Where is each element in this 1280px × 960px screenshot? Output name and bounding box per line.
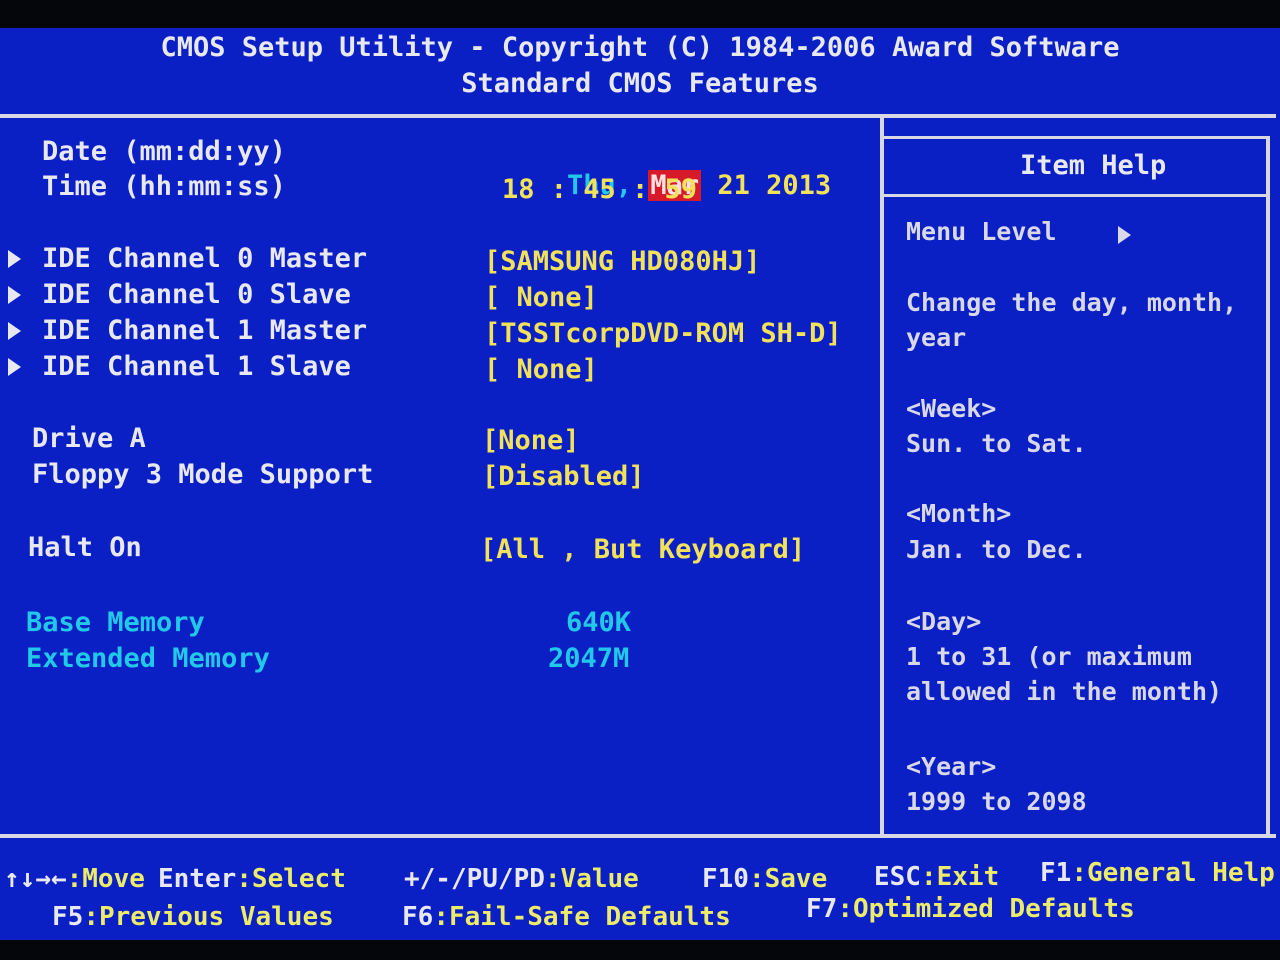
submenu-arrow-icon	[8, 250, 21, 268]
ide-channel-0-slave-value[interactable]: [ None]	[484, 282, 598, 314]
footer-hint-move: ↑↓→←:Move	[4, 864, 145, 894]
halt-on-value[interactable]: [All , But Keyboard]	[480, 534, 805, 566]
submenu-arrow-icon	[8, 286, 21, 304]
item-help-title: Item Help	[1020, 150, 1167, 181]
help-text-line: <Year>	[906, 752, 997, 781]
ide-channel-1-slave-value[interactable]: [ None]	[484, 354, 598, 386]
date-day-year[interactable]: 21 2013	[717, 170, 831, 201]
help-header-divider	[884, 194, 1266, 197]
submenu-arrow-icon	[8, 322, 21, 340]
help-text-line: Change the day, month,	[906, 288, 1238, 317]
help-text-line: <Month>	[906, 499, 1012, 528]
ide-channel-0-slave-label[interactable]: IDE Channel 0 Slave	[42, 279, 351, 311]
bios-title: CMOS Setup Utility - Copyright (C) 1984-…	[160, 32, 1120, 63]
help-text-line: 1999 to 2098	[906, 787, 1087, 816]
help-text-line: year	[906, 323, 967, 352]
date-label: Date (mm:dd:yy)	[42, 136, 286, 167]
floppy-mode-label: Floppy 3 Mode Support	[32, 459, 374, 490]
help-text-line: <Week>	[906, 394, 997, 423]
ide-channel-1-master-label[interactable]: IDE Channel 1 Master	[42, 315, 367, 347]
submenu-arrow-icon	[8, 358, 21, 376]
footer-hint-exit: ESC:Exit	[874, 862, 1000, 892]
help-header-top-border	[884, 136, 1266, 139]
extended-memory-value: 2047M	[548, 643, 630, 674]
frame-bottom-border	[0, 834, 1276, 838]
time-value[interactable]: 18 : 45 : 59	[502, 174, 697, 206]
halt-on-label: Halt On	[28, 532, 142, 563]
help-text-line: Sun. to Sat.	[906, 429, 1087, 458]
help-text-line: Jan. to Dec.	[906, 535, 1087, 564]
ide-channel-1-master-value[interactable]: [TSSTcorpDVD-ROM SH-D]	[484, 318, 842, 350]
bios-screen: CMOS Setup Utility - Copyright (C) 1984-…	[0, 28, 1280, 940]
footer-hint-optimized: F7:Optimized Defaults	[806, 894, 1135, 924]
menu-level-arrow-icon	[1118, 226, 1131, 244]
drive-a-label: Drive A	[32, 423, 146, 454]
base-memory-value: 640K	[566, 607, 632, 638]
footer-hint-select: Enter:Select	[158, 864, 346, 894]
footer-hint-save: F10:Save	[702, 864, 828, 894]
footer-hint-general-help: F1:General Help	[1040, 858, 1275, 888]
ide-channel-0-master-value[interactable]: [SAMSUNG HD080HJ]	[484, 246, 760, 278]
page-title: Standard CMOS Features	[461, 68, 819, 99]
ide-channel-1-slave-label[interactable]: IDE Channel 1 Slave	[42, 351, 351, 383]
floppy-mode-value[interactable]: [Disabled]	[482, 461, 645, 493]
ide-channel-0-master-label[interactable]: IDE Channel 0 Master	[42, 243, 367, 275]
extended-memory-label: Extended Memory	[26, 643, 270, 674]
help-text-line: 1 to 31 (or maximum	[906, 642, 1192, 671]
footer-hint-fail-safe: F6:Fail-Safe Defaults	[402, 902, 731, 932]
frame-top-border	[0, 114, 1276, 118]
base-memory-label: Base Memory	[26, 607, 205, 638]
menu-level-label: Menu Level	[906, 217, 1057, 246]
frame-vertical-divider	[880, 118, 884, 834]
footer-hint-value: +/-/PU/PD:Value	[404, 864, 639, 894]
footer-hint-previous-values: F5:Previous Values	[52, 902, 334, 932]
frame-right-border	[1266, 136, 1270, 834]
help-text-line: <Day>	[906, 607, 982, 636]
help-text-line: allowed in the month)	[906, 677, 1223, 706]
drive-a-value[interactable]: [None]	[482, 425, 580, 457]
time-label: Time (hh:mm:ss)	[42, 171, 286, 202]
